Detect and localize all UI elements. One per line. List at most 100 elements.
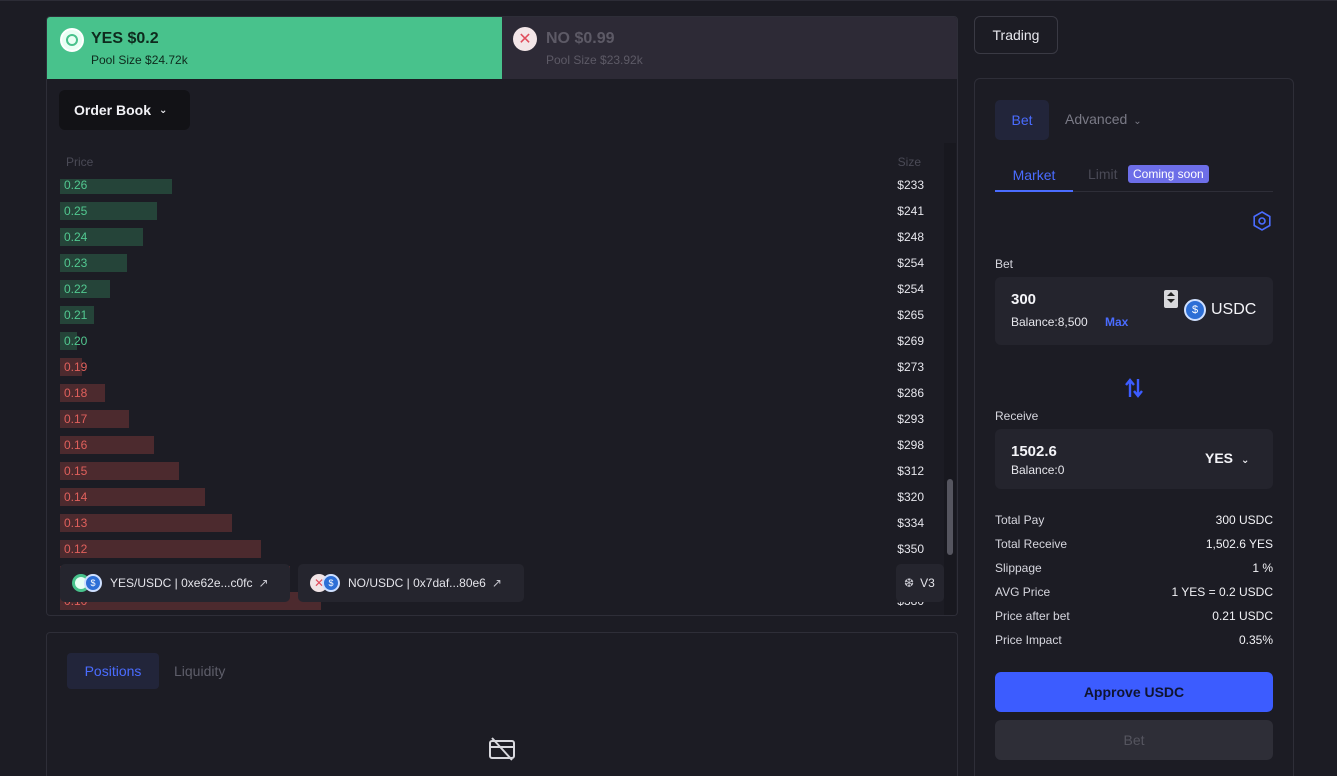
orderbook-price: 0.25	[64, 204, 88, 218]
orderbook-row[interactable]: 0.23 $254	[60, 254, 930, 272]
orderbook-scrollbar-thumb[interactable]	[947, 479, 953, 555]
orderbook-row[interactable]: 0.20 $269	[60, 332, 930, 350]
orderbook-size: $298	[897, 438, 924, 452]
receive-token-select[interactable]: YES ⌄	[1205, 450, 1249, 466]
summary-key: AVG Price	[995, 585, 1051, 599]
tab-liquidity[interactable]: Liquidity	[174, 653, 225, 689]
summary-row: Slippage 1 %	[995, 561, 1273, 585]
summary-key: Total Receive	[995, 537, 1068, 551]
orderbook-row[interactable]: 0.26 $233	[60, 179, 930, 194]
orderbook-row[interactable]: 0.14 $320	[60, 488, 930, 506]
outcome-yes-tab[interactable]: YES $0.2 Pool Size $24.72k	[47, 17, 502, 79]
summary-value: 1 %	[1252, 561, 1273, 575]
orderbook-row[interactable]: 0.12 $350	[60, 540, 930, 558]
orderbook-row[interactable]: 0.25 $241	[60, 202, 930, 220]
bet-balance: Balance:8,500	[1011, 315, 1088, 329]
mode-bet-button[interactable]: Bet	[995, 100, 1049, 140]
orderbook-size: $273	[897, 360, 924, 374]
orderbook-size: $334	[897, 516, 924, 530]
summary-key: Price Impact	[995, 633, 1062, 647]
orderbook-row[interactable]: 0.24 $248	[60, 228, 930, 246]
orderbook-row[interactable]: 0.15 $312	[60, 462, 930, 480]
bet-submit-button[interactable]: Bet	[995, 720, 1273, 760]
orderbook-size: $241	[897, 204, 924, 218]
yes-usdc-pair-icon: $	[72, 574, 104, 592]
orderbook-row[interactable]: 0.18 $286	[60, 384, 930, 402]
orderbook-price: 0.16	[64, 438, 88, 452]
summary-value: 300 USDC	[1215, 513, 1273, 527]
orderbook-row[interactable]: 0.21 $265	[60, 306, 930, 324]
summary-row: Price Impact 0.35%	[995, 633, 1273, 657]
orderbook-price: 0.13	[64, 516, 88, 530]
no-outcome-icon: ✕	[513, 27, 537, 51]
bet-token-label: USDC	[1211, 301, 1257, 318]
receive-amount-value: 1502.6	[1011, 443, 1057, 460]
orderbook-row[interactable]: 0.17 $293	[60, 410, 930, 428]
top-divider	[0, 0, 1337, 1]
orderbook-price: 0.20	[64, 334, 88, 348]
orderbook-size: $233	[897, 179, 924, 192]
summary-row: AVG Price 1 YES = 0.2 USDC	[995, 585, 1273, 609]
orderbook-row[interactable]: 0.16 $298	[60, 436, 930, 454]
orderbook-size: $254	[897, 256, 924, 270]
trade-summary: Total Pay 300 USDC Total Receive 1,502.6 YE…	[995, 513, 1273, 657]
orderbook-row[interactable]: 0.19 $273	[60, 358, 930, 376]
no-pool-label: NO/USDC | 0x7daf...80e6	[348, 576, 486, 590]
orderbook-price: 0.18	[64, 386, 88, 400]
settings-gear-icon[interactable]	[1252, 211, 1272, 231]
orderbook-size: $254	[897, 282, 924, 296]
chevron-down-icon: ⌄	[1241, 455, 1250, 466]
order-type-tabs: Market Limit Coming soon	[995, 162, 1273, 192]
orderbook-price: 0.24	[64, 230, 88, 244]
tab-market[interactable]: Market	[995, 162, 1073, 192]
no-pool-link[interactable]: ✕ $ NO/USDC | 0x7daf...80e6 ↗	[298, 564, 524, 602]
orderbook-price: 0.17	[64, 412, 88, 426]
orderbook-size: $248	[897, 230, 924, 244]
approve-usdc-button[interactable]: Approve USDC	[995, 672, 1273, 712]
trading-button[interactable]: Trading	[974, 16, 1058, 54]
receive-balance: Balance:0	[1011, 463, 1065, 477]
summary-value: 0.35%	[1238, 633, 1273, 647]
yes-price-title: YES $0.2	[91, 30, 159, 47]
outcome-no-tab[interactable]: ✕ NO $0.99 Pool Size $23.92k	[502, 17, 957, 79]
receive-token-label: YES	[1205, 450, 1234, 466]
orderbook-dropdown-label: Order Book	[74, 102, 152, 118]
mode-advanced-label: Advanced	[1065, 111, 1128, 127]
orderbook-size: $286	[897, 386, 924, 400]
bet-amount-input[interactable]: 300 Balance:8,500 Max $ USDC	[995, 277, 1273, 345]
bet-amount-value[interactable]: 300	[1011, 291, 1036, 308]
amount-stepper[interactable]	[1164, 290, 1178, 308]
trade-panel: Bet Advanced ⌄ Market Limit Coming soon B…	[974, 78, 1294, 776]
orderbook-rows[interactable]: 0.26 $233 0.25 $241 0.24 $248 0.23 $254 0.22 $254…	[60, 179, 930, 615]
summary-value: 1,502.6 YES	[1205, 537, 1273, 551]
max-button[interactable]: Max	[1105, 315, 1128, 329]
summary-row: Total Pay 300 USDC	[995, 513, 1273, 537]
bet-field-label: Bet	[995, 257, 1014, 271]
uniswap-version-badge[interactable]: ❆ V3	[896, 564, 944, 602]
orderbook-row[interactable]: 0.13 $334	[60, 514, 930, 532]
external-link-icon: ↗	[258, 576, 269, 590]
chevron-down-icon: ⌄	[1133, 116, 1142, 127]
orderbook-price: 0.19	[64, 360, 88, 374]
summary-row: Total Receive 1,502.6 YES	[995, 537, 1273, 561]
swap-arrows-icon[interactable]	[1125, 377, 1143, 399]
orderbook-price: 0.21	[64, 308, 88, 322]
yes-pool-link[interactable]: $ YES/USDC | 0xe62e...c0fc ↗	[60, 564, 290, 602]
mode-advanced-dropdown[interactable]: Advanced ⌄	[1065, 111, 1142, 127]
orderbook-price-header: Price	[66, 155, 94, 169]
orderbook-size: $293	[897, 412, 924, 426]
summary-key: Slippage	[995, 561, 1042, 575]
tab-limit[interactable]: Limit	[1088, 166, 1118, 182]
tab-positions[interactable]: Positions	[67, 653, 159, 689]
uniswap-icon: ❆	[904, 576, 915, 590]
receive-amount-field: 1502.6 Balance:0 YES ⌄	[995, 429, 1273, 489]
coming-soon-badge: Coming soon	[1128, 165, 1209, 183]
orderbook-price: 0.23	[64, 256, 88, 270]
no-price-title: NO $0.99	[546, 30, 615, 47]
orderbook-dropdown[interactable]: Order Book ⌄	[59, 90, 190, 130]
orderbook-row[interactable]: 0.22 $254	[60, 280, 930, 298]
orderbook-price: 0.12	[64, 542, 88, 556]
orderbook-price: 0.26	[64, 179, 88, 192]
no-pool-size: Pool Size $23.92k	[546, 53, 643, 67]
chevron-down-icon: ⌄	[159, 104, 168, 116]
